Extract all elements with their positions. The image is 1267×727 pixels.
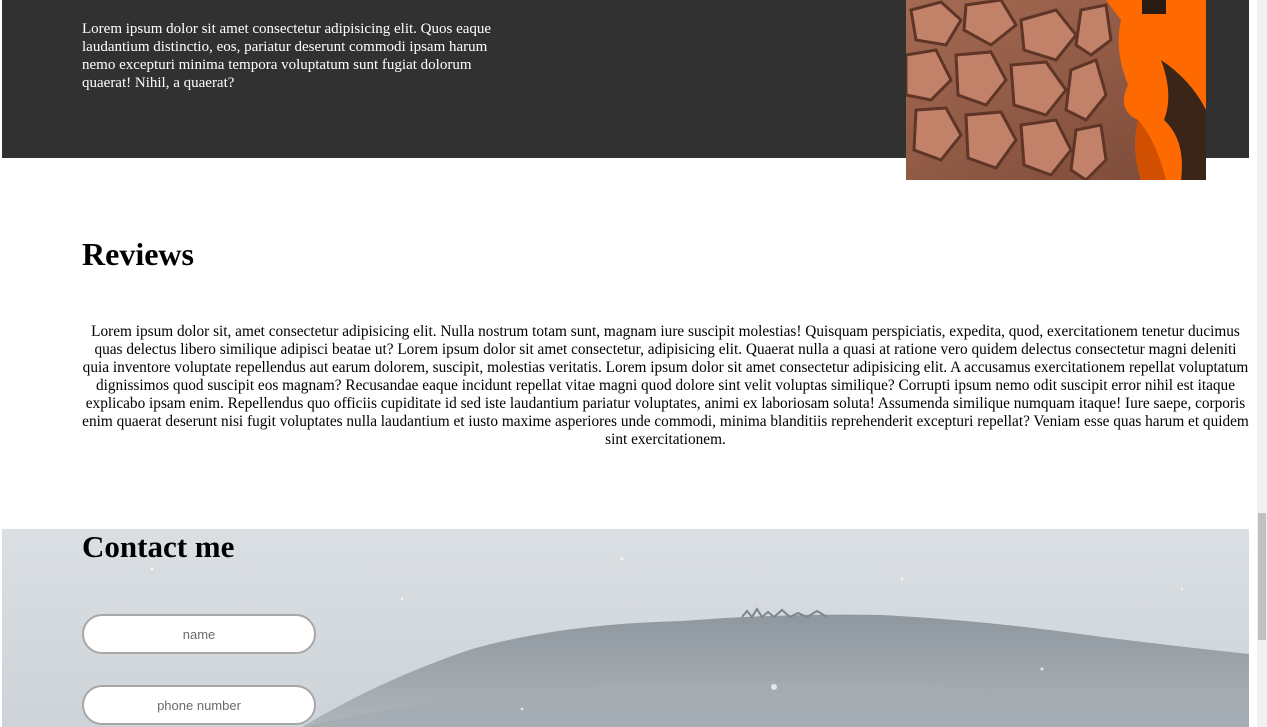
about-photo-image <box>906 0 1206 180</box>
scrollbar-thumb[interactable] <box>1258 513 1266 640</box>
about-text: Lorem ipsum dolor sit amet consectetur a… <box>82 21 492 91</box>
about-photo <box>906 0 1206 180</box>
phone-number-field[interactable] <box>82 685 316 725</box>
reviews-text: Lorem ipsum dolor sit, amet consectetur … <box>82 323 1249 448</box>
name-field[interactable] <box>82 614 316 654</box>
contact-section: Contact me <box>2 529 1249 727</box>
contact-title: Contact me <box>82 529 235 564</box>
page: Lorem ipsum dolor sit amet consectetur a… <box>0 0 1267 727</box>
reviews-title: Reviews <box>82 236 194 272</box>
vertical-scrollbar[interactable] <box>1257 0 1267 727</box>
